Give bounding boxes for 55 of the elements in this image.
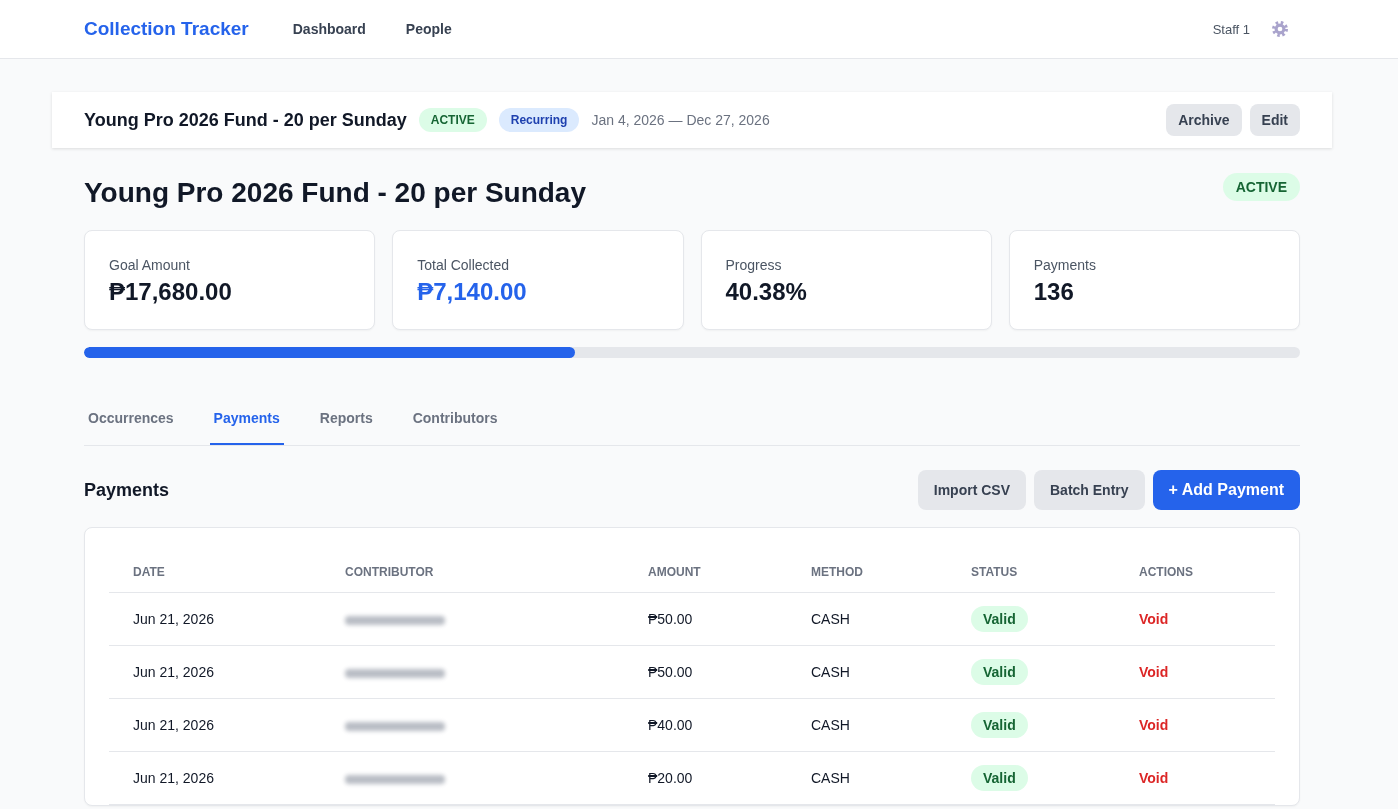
toolbar-button[interactable]: Batch Entry — [1034, 470, 1145, 510]
method-cell: CASH — [787, 592, 947, 646]
void-link[interactable]: Void — [1139, 770, 1169, 786]
amount-cell: ₱50.00 — [624, 592, 787, 646]
stat-value: ₱7,140.00 — [417, 277, 528, 307]
stat-label: Progress — [725, 257, 783, 273]
stat-label: Goal Amount — [109, 257, 191, 273]
column-header: METHOD — [787, 552, 947, 593]
tab[interactable]: Contributors — [408, 401, 502, 445]
stat-label: Total Collected — [417, 257, 511, 273]
date-cell: Jun 21, 2026 — [109, 698, 321, 752]
method-cell: CASH — [787, 751, 947, 805]
column-header: DATE — [109, 552, 321, 593]
date-range: Jan 4, 2026 — Dec 27, 2026 — [591, 112, 770, 128]
status-badge: Valid — [971, 606, 1028, 632]
status-badge: Valid — [971, 765, 1028, 791]
status-badge: Valid — [971, 659, 1028, 685]
tab[interactable]: Occurrences — [84, 401, 178, 445]
void-link[interactable]: Void — [1139, 611, 1169, 627]
column-header: ACTIONS — [1115, 552, 1275, 593]
stat-value: ₱17,680.00 — [109, 277, 233, 307]
stat-value: 40.38% — [725, 277, 808, 307]
toolbar-button[interactable]: Import CSV — [917, 470, 1026, 510]
amount-cell: ₱40.00 — [624, 698, 787, 752]
method-cell: CASH — [787, 645, 947, 699]
void-link[interactable]: Void — [1139, 664, 1169, 680]
void-link[interactable]: Void — [1139, 717, 1169, 733]
status-badge: ACTIVE — [1222, 173, 1300, 201]
settings-icon[interactable] — [1272, 21, 1288, 37]
amount-cell: ₱50.00 — [624, 645, 787, 699]
method-cell: CASH — [787, 698, 947, 752]
column-header: STATUS — [947, 552, 1115, 593]
status-badge: ACTIVE — [418, 108, 487, 132]
nav-link[interactable]: People — [405, 21, 452, 37]
fund-heading: Young Pro 2026 Fund - 20 per Sunday — [84, 176, 587, 210]
section-title: Payments — [84, 479, 170, 501]
user-name: Staff 1 — [1212, 21, 1250, 37]
status-badge: Valid — [971, 712, 1028, 738]
column-header: AMOUNT — [624, 552, 787, 593]
header-button[interactable]: Edit — [1249, 104, 1300, 136]
stat-label: Payments — [1033, 257, 1097, 273]
stat-value: 136 — [1033, 277, 1075, 307]
date-cell: Jun 21, 2026 — [109, 645, 321, 699]
add-payment-button[interactable]: + Add Payment — [1152, 470, 1300, 510]
app-logo-text[interactable]: Collection Tracker — [84, 18, 249, 40]
date-cell: Jun 21, 2026 — [109, 751, 321, 805]
type-badge: Recurring — [498, 108, 580, 132]
date-cell: Jun 21, 2026 — [109, 592, 321, 646]
tab[interactable]: Payments — [209, 401, 284, 445]
tab[interactable]: Reports — [315, 401, 377, 445]
column-header: CONTRIBUTOR — [321, 552, 624, 593]
amount-cell: ₱20.00 — [624, 751, 787, 805]
nav-link[interactable]: Dashboard — [292, 21, 366, 37]
header-button[interactable]: Archive — [1166, 104, 1242, 136]
fund-title: Young Pro 2026 Fund - 20 per Sunday — [84, 109, 407, 131]
